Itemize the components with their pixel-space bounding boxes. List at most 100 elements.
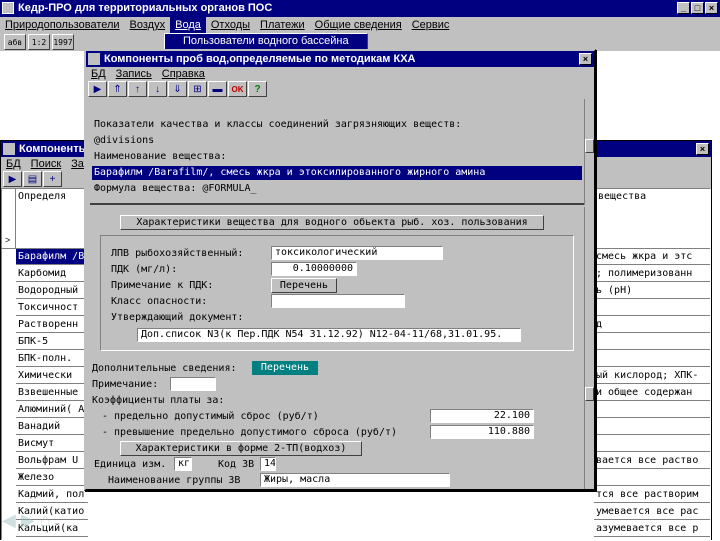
name-value[interactable]: Барафилм /Barafilm/, смесь жкра и этокси… — [92, 166, 582, 180]
menu-item-service[interactable]: Сервис — [407, 17, 455, 33]
table-row[interactable]: ; полимеризованн — [594, 266, 710, 282]
table-row[interactable] — [594, 334, 710, 350]
table-row[interactable]: БПК-5 — [16, 334, 88, 350]
table-row[interactable] — [594, 300, 710, 316]
table-row[interactable] — [594, 470, 710, 486]
table-row[interactable] — [594, 402, 710, 418]
table-row[interactable]: ь (рН) — [594, 283, 710, 299]
pdk-note-list-button[interactable]: Перечень — [271, 278, 337, 293]
code-field[interactable]: 14 — [260, 457, 276, 471]
dialog-window-icon — [88, 53, 100, 65]
menu-item-water[interactable]: Вода — [170, 17, 206, 33]
code-label: Код ЗВ — [218, 459, 255, 470]
info-scroll-thumb[interactable] — [585, 139, 594, 153]
limit-fee-field[interactable]: 22.100 — [430, 409, 534, 423]
close-button[interactable]: × — [705, 2, 718, 14]
note2-label: Примечание: — [92, 379, 159, 390]
table-row[interactable] — [594, 351, 710, 367]
table-row[interactable] — [594, 419, 710, 435]
nav-prev-icon[interactable]: ↑ — [128, 81, 147, 97]
extra-info-list-button[interactable]: Перечень — [252, 361, 318, 375]
approving-doc-field[interactable]: Доп.список N3(к Пер.ПДК N54 31.12.92) N1… — [137, 328, 521, 342]
unit-field[interactable]: кг — [174, 457, 192, 471]
table-row[interactable]: Карбомид — [16, 266, 88, 282]
menu-item-payments[interactable]: Платежи — [255, 17, 310, 33]
table-row[interactable]: д — [594, 317, 710, 333]
components-menu-db[interactable]: БД — [1, 157, 26, 171]
heading-text: Показатели качества и классы соединений … — [94, 119, 462, 130]
form-2tp-button[interactable]: Характеристики в форме 2-ТП(водхоз) — [120, 441, 362, 456]
nav-first-icon[interactable]: ▶ — [88, 81, 107, 97]
table-row[interactable]: смесь жкра и этс — [594, 249, 710, 265]
nav-prev-page-icon[interactable]: ⇑ — [108, 81, 127, 97]
pdk-label: ПДК (мг/л): — [111, 264, 178, 275]
add-record-icon[interactable]: ⊞ — [188, 81, 207, 97]
app-title: Кедр-ПРО для территориальных органов ПОС — [18, 2, 273, 14]
nav-next-icon[interactable]: ↓ — [148, 81, 167, 97]
toolbar-year-button[interactable]: 1997 — [52, 34, 74, 50]
note2-field[interactable] — [170, 377, 216, 391]
table-row[interactable]: тся все растворим — [594, 487, 710, 503]
help-button[interactable]: ? — [248, 81, 267, 97]
dialog-close-button[interactable]: × — [579, 53, 592, 65]
form-scroll-thumb[interactable] — [585, 387, 594, 401]
table-row[interactable]: Химически — [16, 368, 88, 384]
table-row[interactable]: Алюминий( А — [16, 402, 88, 418]
maximize-button[interactable]: □ — [691, 2, 704, 14]
components-add-icon[interactable]: + — [43, 171, 62, 187]
components-menu-search[interactable]: Поиск — [26, 157, 66, 171]
name-label: Наименование вещества: — [94, 151, 227, 162]
form-pane: Характеристики вещества для водного обье… — [90, 207, 584, 489]
formula-text[interactable]: Формула вещества: @FORMULA_ — [94, 183, 257, 194]
table-row[interactable] — [594, 436, 710, 452]
info-scrollbar[interactable] — [584, 99, 594, 205]
table-row[interactable]: Железо — [16, 470, 88, 486]
table-row[interactable]: умевается все рас — [594, 504, 710, 520]
minimize-button[interactable]: _ — [677, 2, 690, 14]
menu-item-users[interactable]: Природопользователи — [0, 17, 125, 33]
table-row[interactable]: Токсичност — [16, 300, 88, 316]
menu-item-general[interactable]: Общие сведения — [310, 17, 407, 33]
table-row[interactable]: Ванадий — [16, 419, 88, 435]
table-row[interactable]: и общее содержан — [594, 385, 710, 401]
ok-button[interactable]: OK — [228, 81, 247, 97]
form-scrollbar[interactable] — [584, 207, 594, 489]
nav-last-icon[interactable]: ⇓ — [168, 81, 187, 97]
table-row[interactable]: Растворенн — [16, 317, 88, 333]
table-row[interactable]: Водородный — [16, 283, 88, 299]
table-row[interactable]: вается все раство — [594, 453, 710, 469]
components-play-icon[interactable]: ▶ — [3, 171, 22, 187]
table-row[interactable]: Кадмий, пол — [16, 487, 88, 503]
grid-header-right: вещества — [594, 189, 710, 249]
menu-item-waste[interactable]: Отходы — [206, 17, 255, 33]
hazard-class-field[interactable] — [271, 294, 405, 308]
dropdown-item-water-users[interactable]: Пользователи водного бассейна — [165, 34, 367, 49]
water-object-section-button[interactable]: Характеристики вещества для водного обье… — [120, 215, 544, 230]
info-pane: Показатели качества и классы соединений … — [90, 99, 584, 205]
water-menu-dropdown: Пользователи водного бассейна — [164, 33, 368, 50]
components-dialog: Компоненты проб вод,определяемые по мето… — [84, 49, 596, 491]
dialog-menu-help[interactable]: Справка — [157, 67, 210, 81]
table-row[interactable]: БПК-полн. — [16, 351, 88, 367]
nav-back-icon[interactable]: ◀ — [2, 510, 16, 530]
components-list-icon[interactable]: ▤ — [23, 171, 42, 187]
table-row[interactable]: Барафилм /В — [16, 249, 88, 265]
table-row[interactable]: Висмут — [16, 436, 88, 452]
lpv-field[interactable]: токсикологический — [271, 246, 443, 260]
table-row[interactable]: азумевается все р — [594, 521, 710, 537]
menu-item-air[interactable]: Воздух — [125, 17, 171, 33]
nav-home-icon[interactable]: ⌂ — [40, 510, 51, 530]
table-row[interactable]: ый кислород; ХПК- — [594, 368, 710, 384]
table-row[interactable]: Взвешенные — [16, 385, 88, 401]
nav-forward-icon[interactable]: ▶ — [21, 510, 35, 530]
excess-fee-field[interactable]: 110.880 — [430, 425, 534, 439]
toolbar-calc-button[interactable]: 1:2 — [28, 34, 50, 50]
dialog-menu-record[interactable]: Запись — [111, 67, 157, 81]
components-close-button[interactable]: × — [696, 143, 709, 155]
toolbar-abv-button[interactable]: абв — [4, 34, 26, 50]
pdk-field[interactable]: 0.10000000 — [271, 262, 357, 276]
dialog-menu-db[interactable]: БД — [86, 67, 111, 81]
group-name-field[interactable]: Жиры, масла — [260, 473, 450, 487]
delete-record-icon[interactable]: ▬ — [208, 81, 227, 97]
table-row[interactable]: Вольфрам U — [16, 453, 88, 469]
